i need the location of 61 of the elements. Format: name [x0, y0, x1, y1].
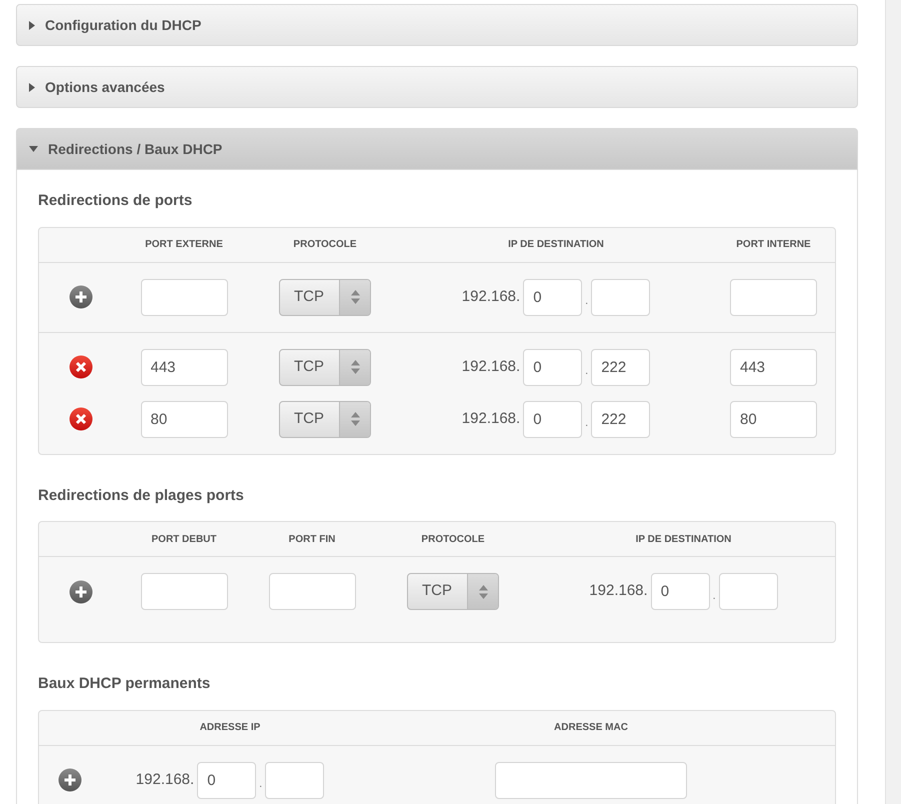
column-header: PORT EXTERNE — [145, 238, 223, 252]
section-title: Redirections de ports — [38, 191, 194, 211]
column-header: PROTOCOLE — [293, 238, 357, 252]
add-icon[interactable] — [58, 768, 82, 792]
section-title: Baux DHCP permanents — [38, 674, 212, 694]
ip-prefix: 192.168. — [589, 581, 648, 602]
delete-icon[interactable] — [68, 355, 92, 379]
ip-octet-field[interactable] — [591, 278, 650, 316]
column-header: PROTOCOLE — [421, 532, 485, 546]
ip-octet-field[interactable] — [718, 573, 778, 610]
ip-prefix: 192.168. — [462, 286, 520, 307]
caret-right-icon — [29, 82, 35, 92]
port-field[interactable]: 443 — [140, 348, 228, 386]
ip-octet-field[interactable]: 0 — [650, 573, 710, 610]
ip-octet-field[interactable]: 0 — [523, 348, 582, 386]
ip-octet-field[interactable]: 0 — [197, 762, 256, 798]
column-header: IP DE DESTINATION — [508, 238, 604, 252]
port-field[interactable] — [730, 278, 817, 316]
ip-prefix: 192.168. — [462, 408, 520, 429]
column-header: PORT DEBUT — [152, 532, 216, 546]
accordion-header[interactable]: Redirections / Baux DHCP — [16, 128, 858, 170]
ip-prefix: 192.168. — [462, 356, 520, 377]
section-title: Redirections de plages ports — [38, 486, 245, 506]
accordion-header[interactable]: Options avancées — [16, 66, 858, 108]
protocol-select[interactable]: TCP — [279, 400, 371, 438]
ip-octet-field[interactable]: 222 — [591, 400, 650, 438]
port-field[interactable]: 80 — [140, 400, 228, 438]
mac-address-field[interactable] — [495, 762, 687, 798]
accordion-header[interactable]: Configuration du DHCP — [16, 4, 858, 46]
ip-separator: . — [584, 416, 590, 431]
spinner-arrows-icon — [478, 584, 488, 598]
ip-prefix: 192.168. — [136, 770, 194, 790]
ip-separator: . — [712, 588, 717, 604]
ip-octet-field[interactable]: 222 — [591, 348, 650, 386]
port-field[interactable] — [140, 278, 228, 316]
add-icon[interactable] — [68, 580, 92, 604]
caret-down-icon — [29, 146, 38, 152]
column-header: PORT INTERNE — [736, 238, 811, 252]
protocol-select[interactable]: TCP — [279, 278, 371, 316]
spinner-arrows-icon — [350, 412, 360, 426]
ip-octet-field[interactable]: 0 — [523, 400, 582, 438]
port-field[interactable] — [140, 573, 228, 610]
column-header: ADRESSE IP — [200, 721, 260, 735]
port-field[interactable]: 443 — [730, 348, 817, 386]
ip-octet-field[interactable]: 0 — [523, 278, 582, 316]
port-field[interactable]: 80 — [730, 400, 817, 438]
ip-separator: . — [258, 777, 264, 792]
column-header: ADRESSE MAC — [554, 721, 628, 735]
caret-right-icon — [29, 20, 35, 30]
port-field[interactable] — [268, 573, 356, 610]
ip-octet-field[interactable] — [265, 762, 324, 798]
add-icon[interactable] — [68, 285, 92, 309]
ip-separator: . — [584, 294, 590, 309]
protocol-select[interactable]: TCP — [279, 348, 371, 386]
spinner-arrows-icon — [350, 360, 360, 374]
column-header: IP DE DESTINATION — [636, 532, 732, 546]
spinner-arrows-icon — [350, 290, 360, 304]
column-header: PORT FIN — [288, 532, 336, 546]
delete-icon[interactable] — [68, 407, 92, 431]
ip-separator: . — [584, 364, 590, 379]
protocol-select[interactable]: TCP — [407, 573, 499, 610]
